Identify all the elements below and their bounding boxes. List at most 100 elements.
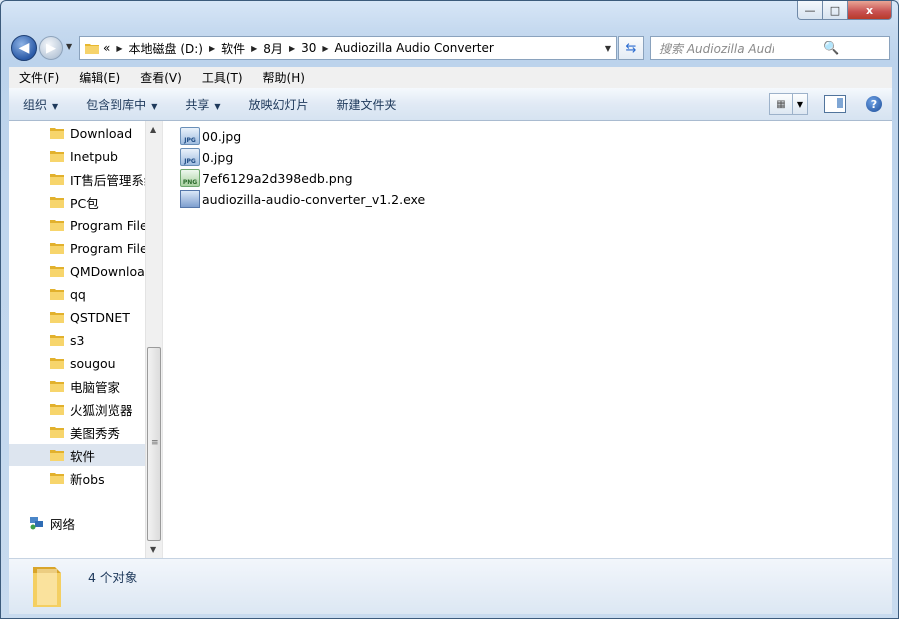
file-name: 7ef6129a2d398edb.png: [202, 170, 353, 186]
sidebar-item[interactable]: IT售后管理系统: [9, 168, 145, 190]
folder-icon: [50, 220, 64, 231]
chevron-right-icon[interactable]: ▶: [289, 44, 295, 53]
sidebar-item-label: QMDownload: [70, 263, 145, 279]
help-button[interactable]: ?: [866, 96, 882, 112]
command-bar: 组织 ▼ 包含到库中 ▼ 共享 ▼ 放映幻灯片 新建文件夹 ▦ ▼ ?: [9, 88, 892, 121]
jpg-file-icon: JPG: [180, 127, 200, 145]
sidebar-item-label: 网络: [50, 516, 76, 532]
folder-icon: [50, 404, 64, 415]
view-options-dropdown[interactable]: ▼: [793, 93, 808, 115]
file-item[interactable]: audiozilla-audio-converter_v1.2.exe: [180, 189, 425, 209]
share-button[interactable]: 共享 ▼: [171, 96, 234, 113]
search-icon[interactable]: 🔍: [774, 41, 889, 56]
sidebar-item[interactable]: qq: [9, 283, 145, 305]
sidebar-item-label: s3: [70, 332, 85, 348]
breadcrumb: « ▶ 本地磁盘 (D:) ▶ 软件 ▶ 8月 ▶ 30 ▶ Audiozill…: [103, 40, 600, 57]
slideshow-button[interactable]: 放映幻灯片: [235, 96, 323, 113]
sidebar-item-label: 美图秀秀: [70, 425, 121, 441]
sidebar-item[interactable]: Inetpub: [9, 145, 145, 167]
file-item[interactable]: JPG 00.jpg: [180, 126, 241, 146]
back-button[interactable]: ◀: [11, 35, 37, 61]
recent-pages-dropdown[interactable]: ▼: [66, 42, 72, 51]
chevron-down-icon: ▼: [151, 101, 158, 111]
sidebar-item[interactable]: Program Files: [9, 214, 145, 236]
folder-icon: [50, 335, 64, 346]
new-folder-button[interactable]: 新建文件夹: [323, 96, 411, 113]
menu-file[interactable]: 文件(F): [9, 69, 69, 86]
breadcrumb-august[interactable]: 8月: [263, 40, 283, 57]
address-dropdown-icon[interactable]: ▼: [600, 44, 616, 53]
chevron-right-icon[interactable]: ▶: [251, 44, 257, 53]
scrollbar-thumb[interactable]: ≡: [147, 347, 161, 541]
chevron-right-icon[interactable]: ▶: [322, 44, 328, 53]
maximize-button[interactable]: □: [823, 1, 848, 20]
breadcrumb-current[interactable]: Audiozilla Audio Converter: [335, 41, 494, 55]
sidebar-item-label: 电脑管家: [70, 379, 121, 395]
grip-icon: ≡: [151, 438, 159, 448]
preview-pane-button[interactable]: [824, 95, 846, 113]
folder-icon: [50, 197, 64, 208]
breadcrumb-drive[interactable]: 本地磁盘 (D:): [129, 40, 203, 57]
organize-button[interactable]: 组织 ▼: [9, 96, 72, 113]
scroll-down-arrow-icon[interactable]: ▼: [150, 545, 156, 554]
address-bar[interactable]: « ▶ 本地磁盘 (D:) ▶ 软件 ▶ 8月 ▶ 30 ▶ Audiozill…: [79, 36, 617, 60]
sidebar-item[interactable]: 火狐浏览器: [9, 398, 145, 420]
sidebar-item[interactable]: Download: [9, 122, 145, 144]
sidebar-item[interactable]: QMDownload: [9, 260, 145, 282]
change-view-button[interactable]: ▦: [769, 93, 793, 115]
menu-view[interactable]: 查看(V): [130, 69, 192, 86]
search-input[interactable]: 搜索 Audiozilla Audio Converter: [651, 40, 774, 57]
file-item[interactable]: JPG 0.jpg: [180, 147, 233, 167]
share-label: 共享: [185, 97, 210, 112]
navigation-scrollbar[interactable]: ▲ ≡ ▼: [145, 121, 162, 558]
breadcrumb-overflow[interactable]: «: [103, 41, 110, 55]
include-in-library-label: 包含到库中: [86, 97, 147, 112]
sidebar-item-network[interactable]: 网络: [9, 512, 145, 534]
chevron-right-icon[interactable]: ▶: [116, 44, 122, 53]
sidebar-item-label: Download: [70, 125, 133, 141]
file-item[interactable]: PNG 7ef6129a2d398edb.png: [180, 168, 353, 188]
file-name: 00.jpg: [202, 128, 242, 144]
scroll-up-arrow-icon[interactable]: ▲: [150, 125, 156, 134]
forward-button[interactable]: ▶: [39, 36, 63, 60]
sidebar-item[interactable]: s3: [9, 329, 145, 351]
breadcrumb-software[interactable]: 软件: [221, 40, 245, 57]
sidebar-item[interactable]: 美图秀秀: [9, 421, 145, 443]
chevron-right-icon[interactable]: ▶: [209, 44, 215, 53]
refresh-icon: ⇆: [625, 40, 637, 56]
breadcrumb-30[interactable]: 30: [301, 41, 316, 55]
sidebar-item[interactable]: sougou: [9, 352, 145, 374]
folder-icon: [50, 427, 64, 438]
sidebar-item[interactable]: PC包: [9, 191, 145, 213]
sidebar-item[interactable]: 软件: [9, 444, 145, 466]
folder-icon: [50, 312, 64, 323]
menu-edit[interactable]: 编辑(E): [69, 69, 130, 86]
include-in-library-button[interactable]: 包含到库中 ▼: [72, 96, 171, 113]
sidebar-item[interactable]: 电脑管家: [9, 375, 145, 397]
sidebar-item-label: PC包: [70, 195, 99, 211]
view-controls: ▦ ▼ ?: [769, 93, 882, 115]
refresh-button[interactable]: ⇆: [618, 36, 644, 60]
search-box[interactable]: 搜索 Audiozilla Audio Converter 🔍: [650, 36, 890, 60]
menu-help[interactable]: 帮助(H): [253, 69, 315, 86]
sidebar-item-label: 新obs: [70, 471, 105, 487]
sidebar-item-label: QSTDNET: [70, 309, 130, 325]
minimize-button[interactable]: —: [797, 1, 823, 20]
folder-icon: [50, 381, 64, 392]
folder-icon: [50, 128, 64, 139]
sidebar-item[interactable]: 新obs: [9, 467, 145, 489]
organize-label: 组织: [23, 97, 48, 112]
close-button[interactable]: x: [848, 1, 892, 20]
folder-icon: [50, 243, 64, 254]
navigation-row: ◀ ▶ ▼ « ▶ 本地磁盘 (D:) ▶ 软件 ▶ 8月 ▶ 30 ▶ Aud…: [1, 31, 898, 63]
sidebar-item-label: 软件: [70, 448, 96, 464]
folder-icon: [50, 450, 64, 461]
sidebar-item-label: Program Files (x86): [70, 240, 145, 256]
sidebar-item-label: 火狐浏览器: [70, 402, 133, 418]
explorer-window: — □ x ◀ ▶ ▼ « ▶ 本地磁盘 (D:) ▶ 软件 ▶ 8月 ▶ 30…: [0, 0, 899, 619]
folder-icon: [33, 567, 61, 607]
sidebar-item[interactable]: Program Files (x86): [9, 237, 145, 259]
chevron-down-icon: ▼: [52, 101, 59, 111]
menu-tools[interactable]: 工具(T): [192, 69, 253, 86]
sidebar-item[interactable]: QSTDNET: [9, 306, 145, 328]
